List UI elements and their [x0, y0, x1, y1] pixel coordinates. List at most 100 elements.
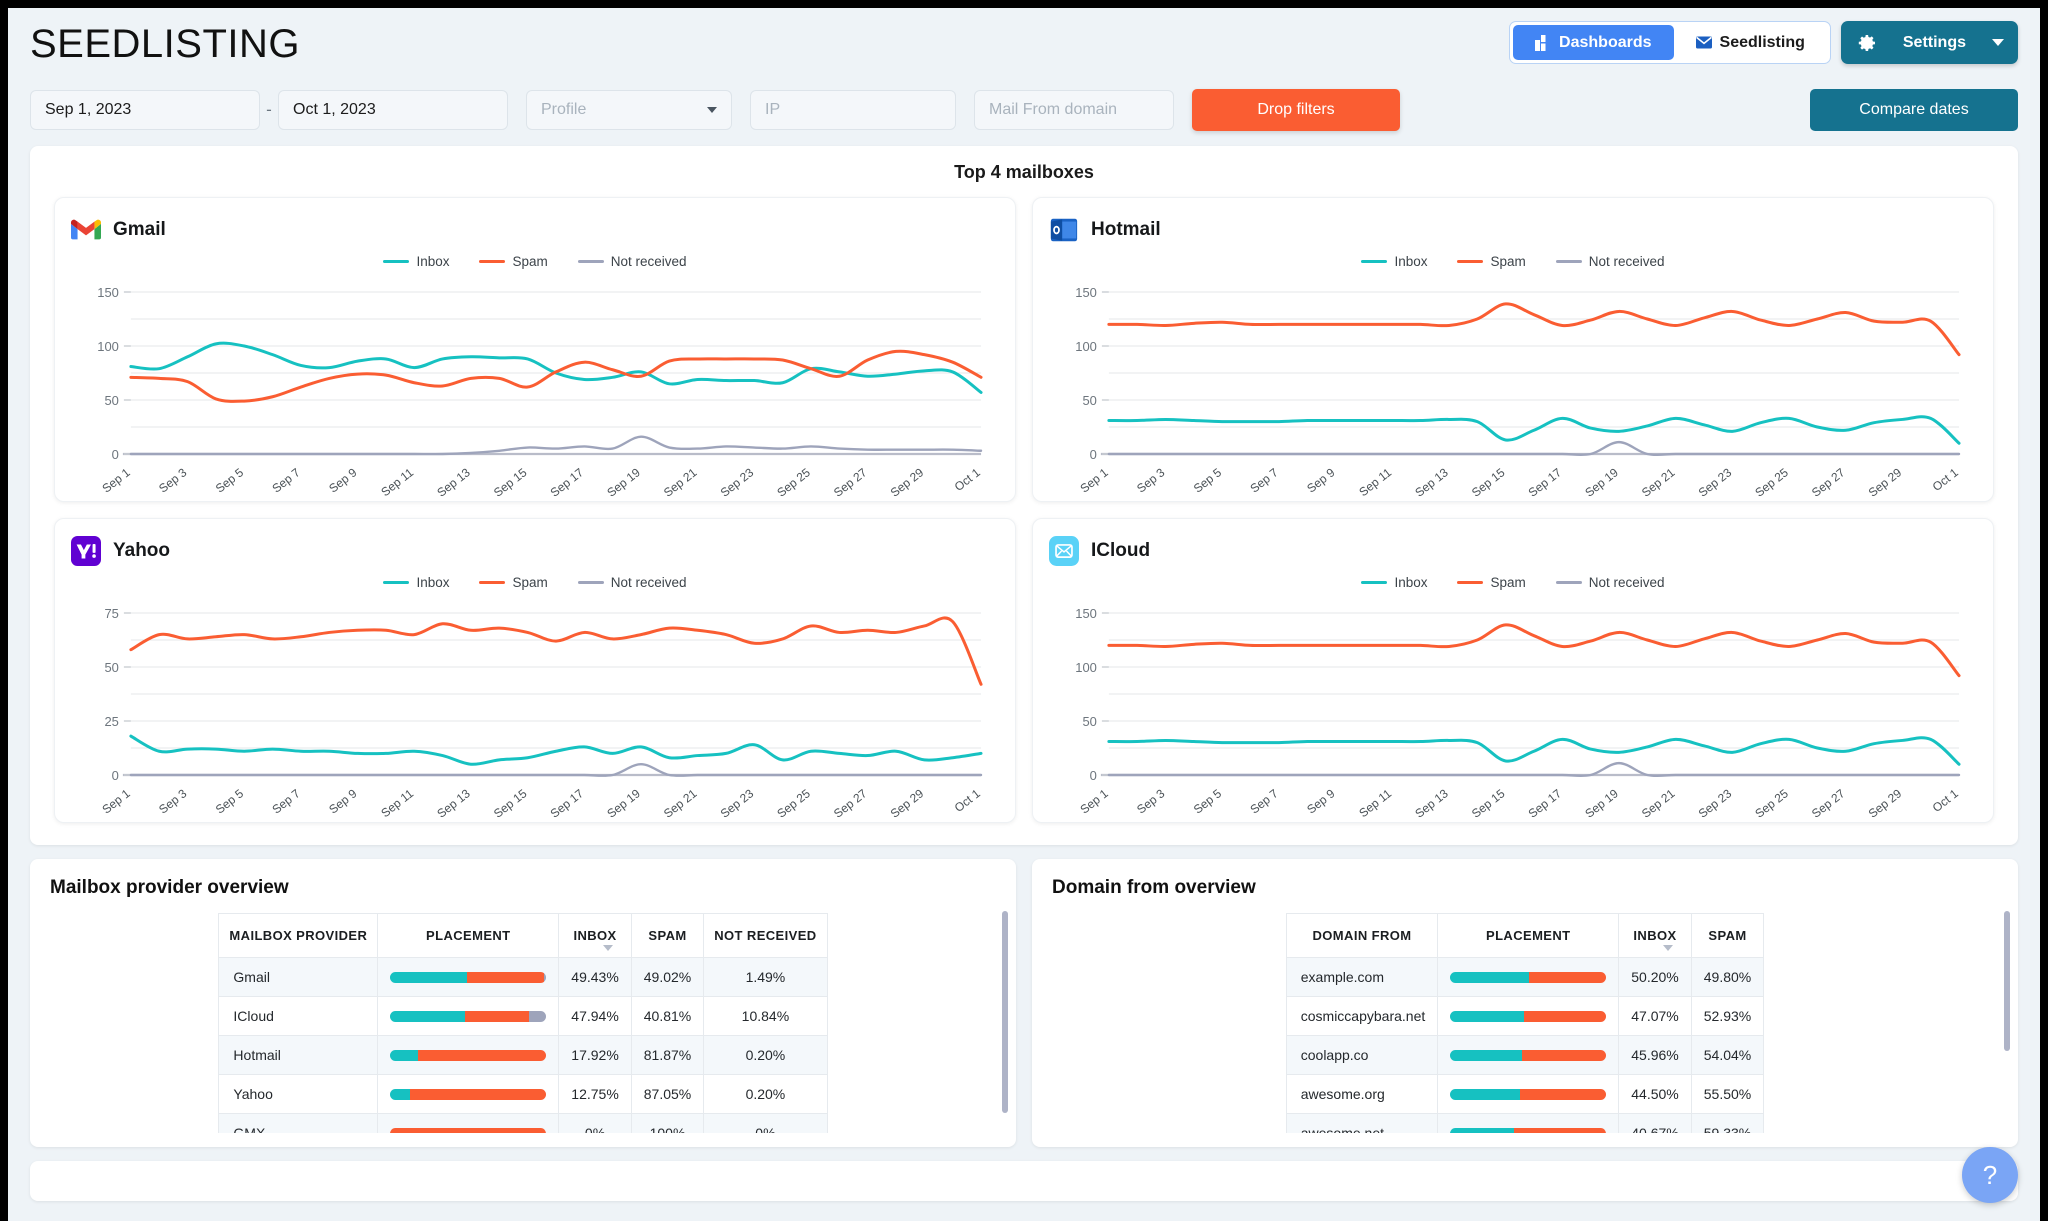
chart-card-icloud: ICloud Inbox Spam Not received 0 50 100 150 Sep … [1032, 518, 1994, 823]
column-header-placement[interactable]: PLACEMENT [1437, 913, 1620, 958]
x-axis-tick-label: Sep 15 [491, 465, 530, 498]
sort-descending-icon [603, 945, 614, 951]
table-row[interactable]: Hotmail 17.92% 81.87% 0.20% [218, 1035, 828, 1075]
cell-provider: Yahoo [218, 1074, 379, 1114]
x-axis-tick-label: Sep 21 [1639, 465, 1678, 498]
x-axis-tick-label: Oct 1 [952, 786, 983, 815]
table-row[interactable]: coolapp.co 45.96% 54.04% [1285, 1035, 1765, 1075]
x-axis-tick-label: Sep 13 [434, 786, 473, 819]
date-to-input[interactable]: Oct 1, 2023 [278, 90, 508, 130]
x-axis-tick-label: Sep 21 [1639, 786, 1678, 819]
series-line-inbox [129, 734, 983, 766]
nav-tab-dashboards-label: Dashboards [1559, 33, 1652, 51]
placement-bar-segment-inbox [1450, 1088, 1520, 1100]
cell-inbox: 49.43% [558, 957, 632, 997]
cell-domain: awesome.org [1285, 1074, 1439, 1114]
table-row[interactable]: ICloud 47.94% 40.81% 10.84% [218, 996, 828, 1036]
mail-from-domain-placeholder: Mail From domain [989, 101, 1118, 118]
cell-placement [1437, 996, 1620, 1036]
column-header-mailbox-provider[interactable]: MAILBOX PROVIDER [218, 913, 379, 958]
x-axis-tick-label: Sep 11 [378, 465, 416, 498]
placement-bar-segment-spam [390, 1127, 547, 1133]
cell-spam: 87.05% [630, 1074, 705, 1114]
y-axis-tick-label: 150 [97, 285, 119, 300]
table-row[interactable]: GMX 0% 100% 0% [218, 1113, 828, 1133]
table-row[interactable]: Yahoo 12.75% 87.05% 0.20% [218, 1074, 828, 1114]
placement-bar-segment-spam [1519, 1088, 1607, 1100]
outlook-logo [1049, 215, 1079, 245]
placement-bar-segment-inbox [390, 971, 468, 983]
nav-tab-seedlisting[interactable]: Seedlisting [1674, 25, 1827, 60]
cell-spam: 100% [630, 1113, 705, 1133]
column-header-inbox[interactable]: INBOX [1618, 913, 1692, 958]
x-axis-tick-label: Sep 7 [1248, 786, 1282, 817]
x-axis-tick-label: Sep 19 [1582, 786, 1621, 819]
nav-tab-seedlisting-label: Seedlisting [1719, 33, 1805, 51]
ip-input[interactable]: IP [750, 90, 956, 130]
x-axis-tick-label: Sep 27 [1809, 465, 1848, 498]
chart-card-header: Hotmail [1049, 212, 1977, 248]
placement-bar [1450, 1088, 1607, 1100]
x-axis-tick-label: Sep 23 [1696, 465, 1735, 498]
series-line-spam [129, 616, 983, 686]
chevron-down-icon [707, 107, 717, 113]
table-row[interactable]: awesome.org 44.50% 55.50% [1285, 1074, 1765, 1114]
column-header-inbox[interactable]: INBOX [558, 913, 632, 958]
x-axis-tick-label: Sep 15 [491, 786, 530, 819]
placement-bar-segment-spam [465, 1010, 529, 1022]
table-row[interactable]: example.com 50.20% 49.80% [1285, 957, 1765, 997]
compare-dates-button[interactable]: Compare dates [1810, 89, 2018, 131]
help-button[interactable]: ? [1962, 1147, 2018, 1203]
settings-button[interactable]: Settings [1840, 21, 2018, 64]
nav-tab-dashboards[interactable]: Dashboards [1513, 25, 1674, 60]
x-axis-tick-label: Sep 15 [1469, 465, 1508, 498]
x-axis-tick-label: Sep 21 [661, 786, 700, 819]
app-brand-logo: SEEDLISTING [30, 22, 301, 66]
column-header-placement[interactable]: PLACEMENT [377, 913, 560, 958]
column-header-not-received[interactable]: NOT RECEIVED [703, 913, 828, 958]
chart-svg: 0 50 100 150 Sep 1 Sep 3 Sep 5 Sep 7 Sep 9 Sep 11… [1075, 285, 1961, 498]
table-row[interactable]: awesome.net 40.67% 59.33% [1285, 1113, 1765, 1133]
date-from-value: Sep 1, 2023 [45, 101, 132, 118]
column-header-spam[interactable]: SPAM [1690, 913, 1765, 958]
x-axis-tick-label: Sep 17 [548, 465, 587, 498]
y-axis-tick-label: 150 [1075, 606, 1097, 621]
x-axis-tick-label: Sep 9 [1304, 465, 1338, 496]
charts-grid: Gmail Inbox Spam Not received 0 50 100 150 Sep 1… [30, 197, 2018, 823]
x-axis-tick-label: Sep 29 [888, 786, 927, 819]
cell-not-received: 0% [703, 1113, 828, 1133]
chart-plot-area: Inbox Spam Not received 0 25 50 75 Sep 1 Sep 3 Se… [71, 569, 999, 819]
chart-title: Hotmail [1091, 219, 1161, 240]
cell-inbox: 47.07% [1618, 996, 1692, 1036]
x-axis-tick-label: Sep 3 [1134, 465, 1168, 496]
column-header-spam[interactable]: SPAM [630, 913, 705, 958]
cell-placement [1437, 1074, 1620, 1114]
cell-placement [377, 1113, 560, 1133]
cell-inbox: 50.20% [1618, 957, 1692, 997]
x-axis-tick-label: Sep 27 [831, 786, 870, 819]
screen-frame: SEEDLISTING Dashboards Seedlisting Setti… [0, 0, 2048, 1221]
profile-select[interactable]: Profile [526, 90, 732, 130]
table-body: example.com 50.20% 49.80% cosmiccapybara.ne… [1285, 957, 1765, 1133]
mail-from-domain-input[interactable]: Mail From domain [974, 90, 1174, 130]
chart-plot-area: Inbox Spam Not received 0 50 100 150 Sep 1 Sep 3… [71, 248, 999, 498]
x-axis-tick-label: Sep 7 [270, 465, 304, 496]
table-row[interactable]: Gmail 49.43% 49.02% 1.49% [218, 957, 828, 997]
chart-title: Yahoo [113, 540, 171, 561]
date-from-input[interactable]: Sep 1, 2023 [30, 90, 260, 130]
chart-title: Gmail [113, 219, 166, 240]
x-axis-tick-label: Sep 19 [604, 465, 643, 498]
domain-table-scrollbar[interactable] [2004, 911, 2010, 1113]
drop-filters-button[interactable]: Drop filters [1192, 89, 1400, 131]
column-header-domain-from[interactable]: DOMAIN FROM [1285, 913, 1439, 958]
table-row[interactable]: cosmiccapybara.net 47.07% 52.93% [1285, 996, 1765, 1036]
cell-spam: 52.93% [1690, 996, 1765, 1036]
panel-title: Top 4 mailboxes [954, 162, 1094, 182]
mailbox-table-scrollbar[interactable] [1002, 911, 1008, 1113]
x-axis-tick-label: Sep 11 [1356, 465, 1394, 498]
y-axis-tick-label: 100 [1075, 339, 1097, 354]
dashboard-icon [1535, 34, 1551, 51]
cell-placement [377, 996, 560, 1036]
y-axis-tick-label: 100 [1075, 660, 1097, 675]
placement-bar [390, 1049, 547, 1061]
